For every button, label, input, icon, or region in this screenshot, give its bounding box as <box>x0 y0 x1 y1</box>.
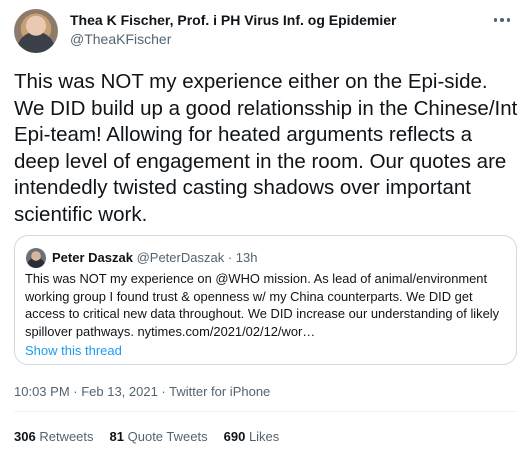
engagement-stats: 306 Retweets 81 Quote Tweets 690 Likes <box>14 429 279 444</box>
more-options-button[interactable] <box>489 10 515 30</box>
quote-tweets-stat[interactable]: 81 Quote Tweets <box>110 429 208 444</box>
author-handle[interactable]: @TheaKFischer <box>70 31 171 47</box>
quoted-author-handle: @PeterDaszak <box>136 250 225 265</box>
quoted-tweet-text: This was NOT my experience on @WHO missi… <box>25 271 500 339</box>
tweet: Thea K Fischer, Prof. i PH Virus Inf. og… <box>0 0 529 453</box>
quoted-separator: · <box>227 250 233 265</box>
quote-tweets-count: 81 <box>109 429 124 444</box>
more-horizontal-icon <box>493 18 498 22</box>
show-thread-link[interactable]: Show this thread <box>25 343 122 358</box>
tweet-text: This was NOT my experience either on the… <box>14 70 518 226</box>
quote-tweets-label: Quote Tweets <box>127 429 208 444</box>
likes-label: Likes <box>248 429 280 444</box>
retweets-label: Retweets <box>39 429 94 444</box>
author-avatar[interactable] <box>14 9 58 53</box>
quoted-tweet[interactable]: Peter Daszak @PeterDaszak · 13h This was… <box>14 235 517 365</box>
quoted-author-avatar <box>26 248 46 268</box>
divider <box>14 411 517 412</box>
tweet-timestamp[interactable]: 10:03 PM · Feb 13, 2021 · Twitter for iP… <box>14 384 270 399</box>
quoted-time: 13h <box>235 250 258 265</box>
retweets-count: 306 <box>14 429 36 444</box>
more-horizontal-icon <box>500 18 504 22</box>
likes-count: 690 <box>223 429 246 444</box>
retweets-stat[interactable]: 306 Retweets <box>14 429 94 444</box>
author-name[interactable]: Thea K Fischer, Prof. i PH Virus Inf. og… <box>70 12 396 28</box>
more-horizontal-icon <box>506 18 511 22</box>
quoted-tweet-header: Peter Daszak @PeterDaszak · 13h <box>52 250 258 265</box>
likes-stat[interactable]: 690 Likes <box>224 429 280 444</box>
quoted-author-name: Peter Daszak <box>52 250 133 265</box>
